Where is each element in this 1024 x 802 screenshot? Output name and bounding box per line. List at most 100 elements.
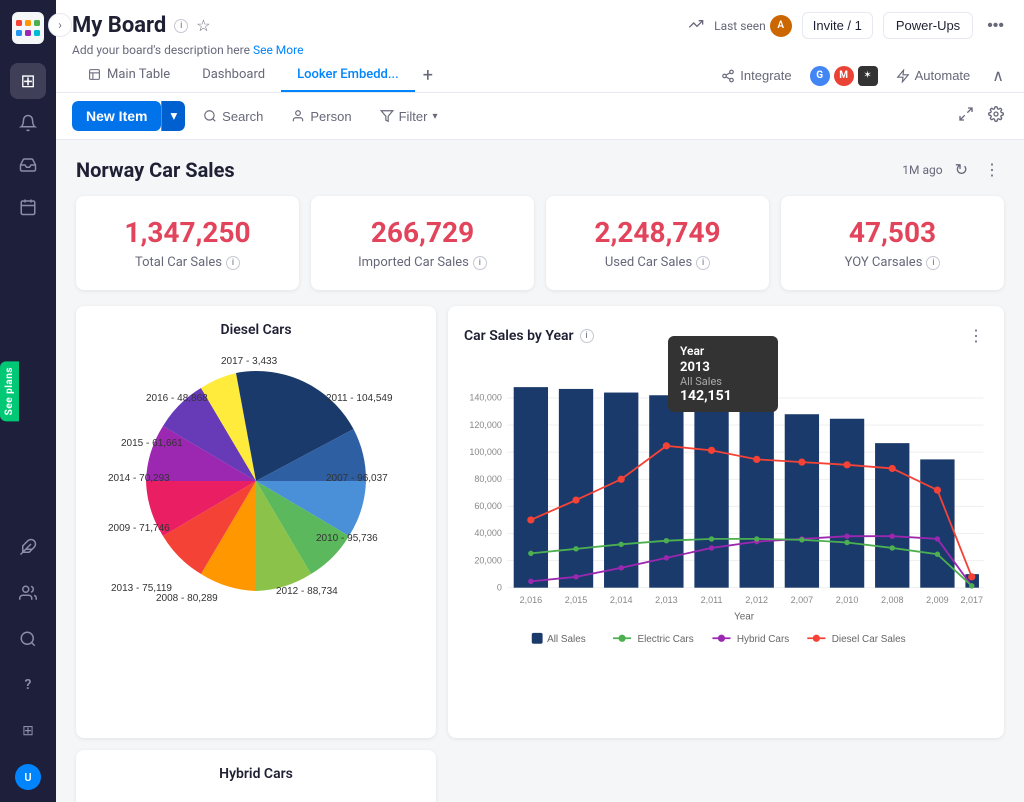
stats-row: 1,347,250 Total Car Sales i 266,729 Impo…: [76, 196, 1004, 290]
diesel-dot-10: [934, 487, 941, 494]
svg-text:2,013: 2,013: [655, 595, 678, 605]
dashboard-content: Norway Car Sales 1M ago ↻ ⋮ 1,347,250 To…: [56, 140, 1024, 802]
sidebar-item-search[interactable]: [10, 621, 46, 657]
stat-yoy-info-icon[interactable]: i: [926, 256, 940, 270]
bar-2016: [514, 387, 548, 588]
electric-dot-11: [969, 583, 974, 588]
diesel-dot-4: [663, 442, 670, 449]
bottom-row: Hybrid Cars: [76, 750, 1004, 802]
bar-chart-info-icon[interactable]: i: [580, 329, 594, 343]
stat-card-used: 2,248,749 Used Car Sales i: [546, 196, 769, 290]
main-area: My Board i ☆ Last seen A Invite / 1 Powe…: [56, 0, 1024, 802]
last-seen-avatar: A: [770, 15, 792, 37]
power-ups-button[interactable]: Power-Ups: [883, 12, 973, 39]
sidebar-item-calendar[interactable]: [10, 189, 46, 225]
stat-used-info-icon[interactable]: i: [696, 256, 710, 270]
topbar-actions: Last seen A Invite / 1 Power-Ups •••: [688, 12, 1008, 39]
sidebar-item-bell[interactable]: [10, 105, 46, 141]
stat-total-info-icon[interactable]: i: [226, 256, 240, 270]
sidebar-collapse-btn[interactable]: ›: [48, 13, 72, 37]
svg-text:0: 0: [497, 582, 502, 592]
svg-text:2,011: 2,011: [701, 595, 723, 605]
svg-text:2,016: 2,016: [520, 595, 543, 605]
see-plans-container: See plans: [0, 361, 19, 421]
automate-button[interactable]: Automate: [886, 62, 981, 89]
diesel-chart-card: Diesel Cars: [76, 306, 436, 738]
bar-2009: [920, 459, 954, 587]
svg-text:Diesel Car Sales: Diesel Car Sales: [832, 634, 906, 645]
search-button[interactable]: Search: [193, 103, 273, 130]
svg-text:2,010: 2,010: [836, 595, 859, 605]
pie-label-2015: 2015 - 61,661: [121, 438, 183, 449]
charts-row: Diesel Cars: [76, 306, 1004, 738]
sidebar-item-puzzle[interactable]: [10, 529, 46, 565]
diesel-dot-8: [843, 461, 850, 468]
stat-imported-label: Imported Car Sales i: [335, 255, 510, 270]
svg-text:100,000: 100,000: [469, 447, 502, 457]
new-item-dropdown-button[interactable]: ▾: [161, 101, 185, 131]
hybrid-dot-10: [935, 536, 940, 541]
bar-2011: [694, 402, 728, 587]
sidebar: › ⊞ See plans ? ⊞ U: [0, 0, 56, 802]
last-seen-label: Last seen A: [714, 15, 792, 37]
dashboard-more-button[interactable]: ⋮: [980, 156, 1004, 184]
sidebar-item-people[interactable]: [10, 575, 46, 611]
third-integration-icon: ✶: [858, 66, 878, 86]
add-tab-button[interactable]: +: [415, 61, 441, 90]
filter-button[interactable]: Filter ▾: [370, 103, 448, 130]
pie-label-2016: 2016 - 48,868: [146, 393, 208, 404]
sidebar-item-apps[interactable]: ⊞: [10, 713, 46, 749]
svg-text:2,009: 2,009: [926, 595, 949, 605]
info-icon[interactable]: i: [174, 19, 188, 33]
integrate-button[interactable]: Integrate: [711, 62, 801, 89]
sidebar-item-inbox[interactable]: [10, 147, 46, 183]
hybrid-dot-8: [844, 533, 849, 538]
stat-imported-info-icon[interactable]: i: [473, 256, 487, 270]
stat-total-value: 1,347,250: [100, 216, 275, 249]
refresh-button[interactable]: ↻: [951, 156, 972, 184]
tooltip-year-label: Year: [680, 344, 766, 358]
sidebar-item-help[interactable]: ?: [10, 667, 46, 703]
new-item-button[interactable]: New Item: [72, 101, 161, 131]
hybrid-pie-svg: 2017 - 4419 2010 - 0 2009 - 0 2008 - 0 2…: [106, 790, 406, 802]
diesel-dot-3: [618, 476, 625, 483]
pie-label-2012: 2012 - 88,734: [276, 586, 338, 597]
fullscreen-button[interactable]: [954, 102, 978, 131]
tooltip-sales-value: 142,151: [680, 388, 766, 404]
bar-chart-svg: 140,000 120,000 100,000 80,000 60,000 40…: [464, 358, 988, 718]
pie-label-2013: 2013 - 75,119: [111, 583, 172, 594]
hybrid-dot-1: [528, 579, 533, 584]
pie-label-2011: 2011 - 104,549: [326, 393, 393, 404]
electric-dot-10: [935, 552, 940, 557]
app-logo[interactable]: [12, 12, 44, 44]
stat-card-imported: 266,729 Imported Car Sales i: [311, 196, 534, 290]
bar-chart-title: Car Sales by Year: [464, 328, 574, 344]
sidebar-item-home[interactable]: ⊞: [10, 63, 46, 99]
see-plans-button[interactable]: See plans: [0, 361, 19, 421]
electric-dot-1: [528, 551, 533, 556]
collapse-integrate-button[interactable]: ∧: [988, 62, 1008, 90]
stat-card-total: 1,347,250 Total Car Sales i: [76, 196, 299, 290]
tab-looker[interactable]: Looker Embedd...: [281, 59, 415, 92]
see-more-link[interactable]: See More: [253, 43, 303, 57]
last-updated-time: 1M ago: [902, 163, 942, 177]
settings-button[interactable]: [984, 102, 1008, 131]
svg-text:2,007: 2,007: [791, 595, 814, 605]
tooltip-sales-label: All Sales: [680, 375, 766, 388]
diesel-chart-title: Diesel Cars: [92, 322, 420, 338]
bar-2012: [740, 412, 774, 588]
svg-text:2,017: 2,017: [960, 595, 983, 605]
diesel-dot-11: [968, 573, 975, 580]
dashboard-title: Norway Car Sales: [76, 158, 235, 182]
invite-button[interactable]: Invite / 1: [802, 12, 873, 39]
user-avatar[interactable]: U: [15, 764, 41, 790]
person-filter-button[interactable]: Person: [281, 103, 361, 130]
bar-chart-more-button[interactable]: ⋮: [964, 322, 988, 350]
more-options-button[interactable]: •••: [983, 13, 1008, 39]
tab-dashboard[interactable]: Dashboard: [186, 59, 281, 92]
electric-dot-7: [799, 537, 804, 542]
star-icon[interactable]: ☆: [196, 16, 210, 35]
tab-main-table[interactable]: Main Table: [72, 59, 186, 92]
hybrid-chart-card: Hybrid Cars: [76, 750, 436, 802]
toolbar: New Item ▾ Search Person Filter ▾: [56, 93, 1024, 140]
